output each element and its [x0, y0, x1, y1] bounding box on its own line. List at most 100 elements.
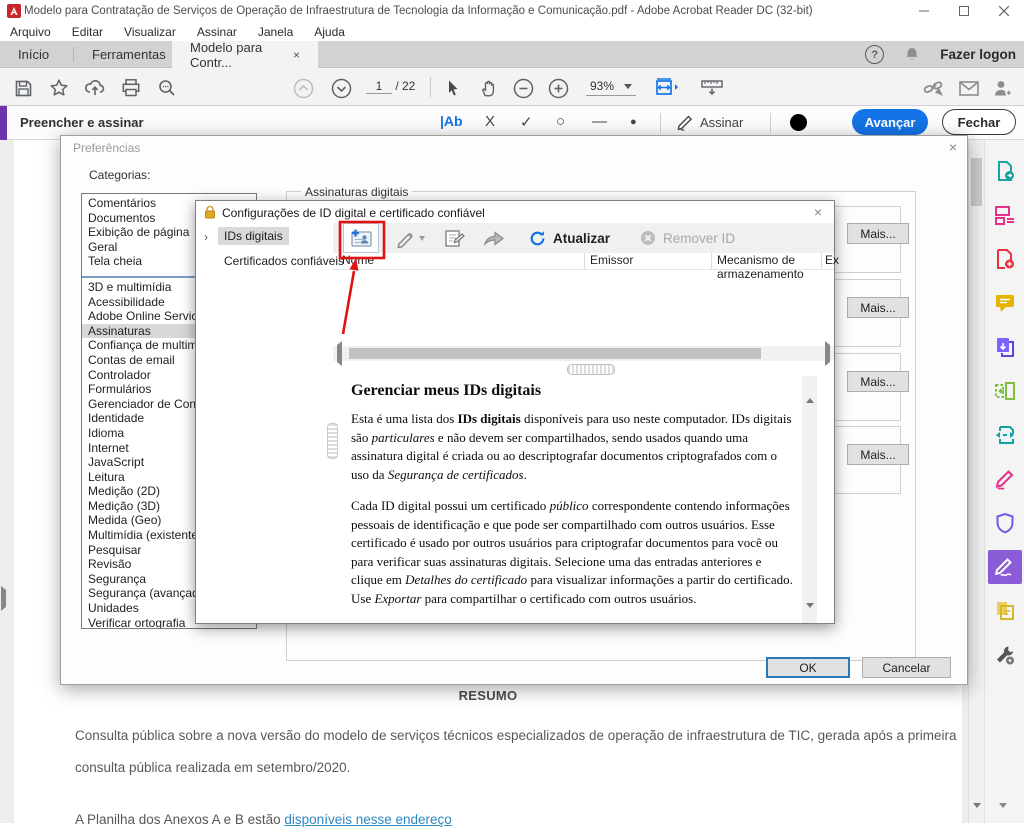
sidebar-fill-sign-icon[interactable] [988, 550, 1022, 584]
page-number-field[interactable]: 1 / 22 [366, 79, 415, 94]
digital-id-dialog: Configurações de ID digital e certificad… [195, 200, 835, 624]
tab-home[interactable]: Início [0, 41, 67, 68]
select-tool-icon[interactable] [442, 77, 464, 99]
certificate-details-button[interactable] [443, 228, 465, 248]
menu-item[interactable]: Janela [258, 25, 293, 39]
window-title: Modelo para Contratação de Serviços de O… [24, 5, 813, 17]
fill-sign-accent [0, 106, 7, 140]
menu-item[interactable]: Assinar [197, 25, 237, 39]
sidebar-edit-pen-icon[interactable] [988, 462, 1022, 496]
menu-item[interactable]: Visualizar [124, 25, 176, 39]
save-icon[interactable] [12, 77, 34, 99]
sidebar-organize-icon[interactable] [988, 198, 1022, 232]
scroll-right-icon[interactable] [825, 345, 830, 363]
tab-close-icon[interactable]: × [293, 48, 300, 62]
cancel-button[interactable]: Cancelar [862, 657, 951, 678]
circle-tool-icon[interactable]: ○ [556, 113, 565, 130]
notifications-bell-icon[interactable] [904, 46, 920, 63]
more-button-4[interactable]: Mais... [847, 444, 909, 465]
sidebar-request-esign-icon[interactable] [988, 594, 1022, 628]
hscrollbar-thumb[interactable] [349, 348, 761, 359]
line-tool-icon[interactable]: — [592, 113, 607, 130]
sidebar-more-tools-icon[interactable] [988, 638, 1022, 672]
share-cloud-icon[interactable] [84, 77, 106, 99]
scrollbar-thumb[interactable] [971, 158, 982, 206]
cross-tool-icon[interactable]: X [485, 113, 495, 130]
zoom-out-icon[interactable] [512, 77, 534, 99]
fit-width-icon[interactable] [652, 77, 682, 99]
sidebar-comment-icon[interactable] [988, 286, 1022, 320]
sidebar-organize-pages-icon[interactable] [988, 374, 1022, 408]
menu-item[interactable]: Arquivo [10, 25, 51, 39]
doc-paragraph-line1: Consulta pública sobre a nova versão do … [75, 728, 957, 743]
sidebar-protect-shield-icon[interactable] [988, 506, 1022, 540]
usage-options-button[interactable] [395, 228, 425, 248]
nav-item-digital-ids[interactable]: IDs digitais [218, 227, 289, 245]
next-page-icon[interactable] [330, 77, 352, 99]
column-header-name[interactable]: Nome [342, 253, 374, 267]
sign-in-button[interactable]: Fazer logon [940, 47, 1016, 62]
column-header-issuer[interactable]: Emissor [590, 253, 633, 267]
check-tool-icon[interactable]: ✓ [520, 113, 533, 131]
title-bar: Modelo para Contratação de Serviços de O… [0, 0, 1024, 22]
search-icon[interactable] [156, 77, 178, 99]
scroll-down-icon[interactable] [973, 808, 981, 826]
tab-bar: Início Ferramentas Modelo para Contr... … [0, 41, 1024, 68]
id-list-hscrollbar[interactable] [333, 346, 834, 361]
tab-document[interactable]: Modelo para Contr... × [172, 41, 318, 68]
ruler-tools-icon[interactable] [698, 77, 726, 99]
help-vscrollbar[interactable] [802, 376, 817, 623]
export-id-button[interactable] [483, 229, 505, 247]
column-header-expires[interactable]: Ex [825, 253, 839, 267]
close-button[interactable]: Fechar [942, 109, 1016, 135]
menu-item[interactable]: Ajuda [314, 25, 345, 39]
close-icon[interactable] [984, 0, 1024, 22]
maximize-icon[interactable] [944, 0, 984, 22]
zoom-level-select[interactable]: 93% [586, 79, 636, 96]
scroll-up-icon[interactable] [806, 381, 814, 399]
document-scrollbar[interactable] [968, 140, 984, 823]
sidebar-export-pdf-icon[interactable] [988, 154, 1022, 188]
splitter-grip[interactable] [567, 364, 615, 375]
star-icon[interactable] [48, 77, 70, 99]
sidebar-scroll-down-icon[interactable] [999, 808, 1007, 826]
scroll-down-icon[interactable] [806, 608, 814, 626]
advance-button[interactable]: Avançar [852, 109, 928, 135]
column-header-storage[interactable]: Mecanismo de armazenamento [717, 253, 834, 281]
color-swatch-black[interactable] [790, 114, 807, 131]
hand-tool-icon[interactable] [477, 77, 499, 99]
digital-id-close-icon[interactable]: × [814, 204, 822, 220]
more-button-3[interactable]: Mais... [847, 371, 909, 392]
add-user-icon[interactable] [992, 77, 1014, 99]
preferences-close-icon[interactable]: × [949, 139, 957, 155]
refresh-button[interactable]: Atualizar [529, 230, 610, 247]
zoom-in-icon[interactable] [547, 77, 569, 99]
page-number-input: 1 [366, 79, 392, 94]
sidebar-send-file-icon[interactable] [988, 330, 1022, 364]
sidebar-create-pdf-icon[interactable] [988, 242, 1022, 276]
more-button-2[interactable]: Mais... [847, 297, 909, 318]
text-tool-icon[interactable]: |Ab [440, 113, 463, 129]
tab-tools[interactable]: Ferramentas [74, 41, 184, 68]
help-icon[interactable]: ? [865, 45, 884, 64]
link-icon[interactable] [922, 77, 944, 99]
dot-tool-icon[interactable]: ● [630, 116, 637, 128]
doc-hyperlink[interactable]: disponíveis nesse endereço [284, 812, 451, 827]
add-id-button[interactable] [343, 223, 379, 253]
nav-expand-chevron-icon[interactable]: › [204, 230, 208, 244]
menu-item[interactable]: Editar [72, 25, 103, 39]
sidebar-compress-pdf-icon[interactable] [988, 418, 1022, 452]
menu-bar: Arquivo Editar Visualizar Assinar Janela Ajud… [0, 22, 1024, 41]
nav-item-trusted-certificates[interactable]: Certificados confiáveis [218, 252, 350, 270]
minimize-icon[interactable] [904, 0, 944, 22]
scroll-left-icon[interactable] [337, 345, 342, 363]
ok-button[interactable]: OK [766, 657, 850, 678]
nav-pane-expander-icon[interactable] [1, 590, 6, 608]
sign-button[interactable]: Assinar [700, 115, 743, 130]
sign-pen-icon[interactable] [676, 114, 695, 131]
print-icon[interactable] [120, 77, 142, 99]
help-paragraph-3: Use Definir padrão para definir ou desma… [351, 621, 793, 623]
email-icon[interactable] [958, 77, 980, 99]
signatures-group-title: Assinaturas digitais [301, 185, 412, 199]
more-button-1[interactable]: Mais... [847, 223, 909, 244]
